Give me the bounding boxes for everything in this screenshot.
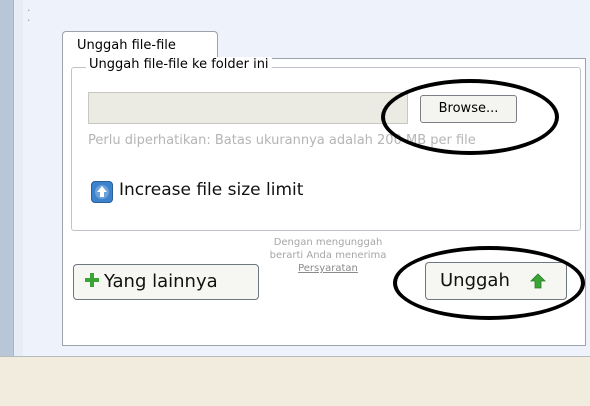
increase-limit-label: Increase file size limit [119,180,304,200]
more-files-label: Yang lainnya [104,271,218,292]
upload-button-label: Unggah [440,270,510,291]
upload-page: ‧ ‧ Unggah file-file Unggah file-file ke … [0,0,590,406]
upload-button[interactable]: Unggah [425,262,567,300]
terms-link[interactable]: Persyaratan [298,263,358,274]
fieldset-legend: Unggah file-file ke folder ini [86,57,272,72]
terms-notice: Dengan mengunggah berarti Anda menerima … [266,236,390,275]
upload-arrow-icon [91,181,113,203]
tab-upload-files[interactable]: Unggah file-file [62,31,218,60]
browse-button[interactable]: Browse... [420,95,517,123]
plus-icon [85,273,99,287]
more-files-button[interactable]: Yang lainnya [73,264,259,300]
collapse-handle-icon[interactable]: ‧ ‧ [27,5,31,26]
green-up-arrow-icon [530,273,546,289]
status-bar [0,357,590,406]
tab-label: Unggah file-file [77,38,176,53]
terms-text: Dengan mengunggah berarti Anda menerima [269,237,387,261]
file-size-note: Perlu diperhatikan: Batas ukurannya adal… [88,133,476,148]
left-rail [0,0,14,356]
file-path-input[interactable] [88,92,408,124]
